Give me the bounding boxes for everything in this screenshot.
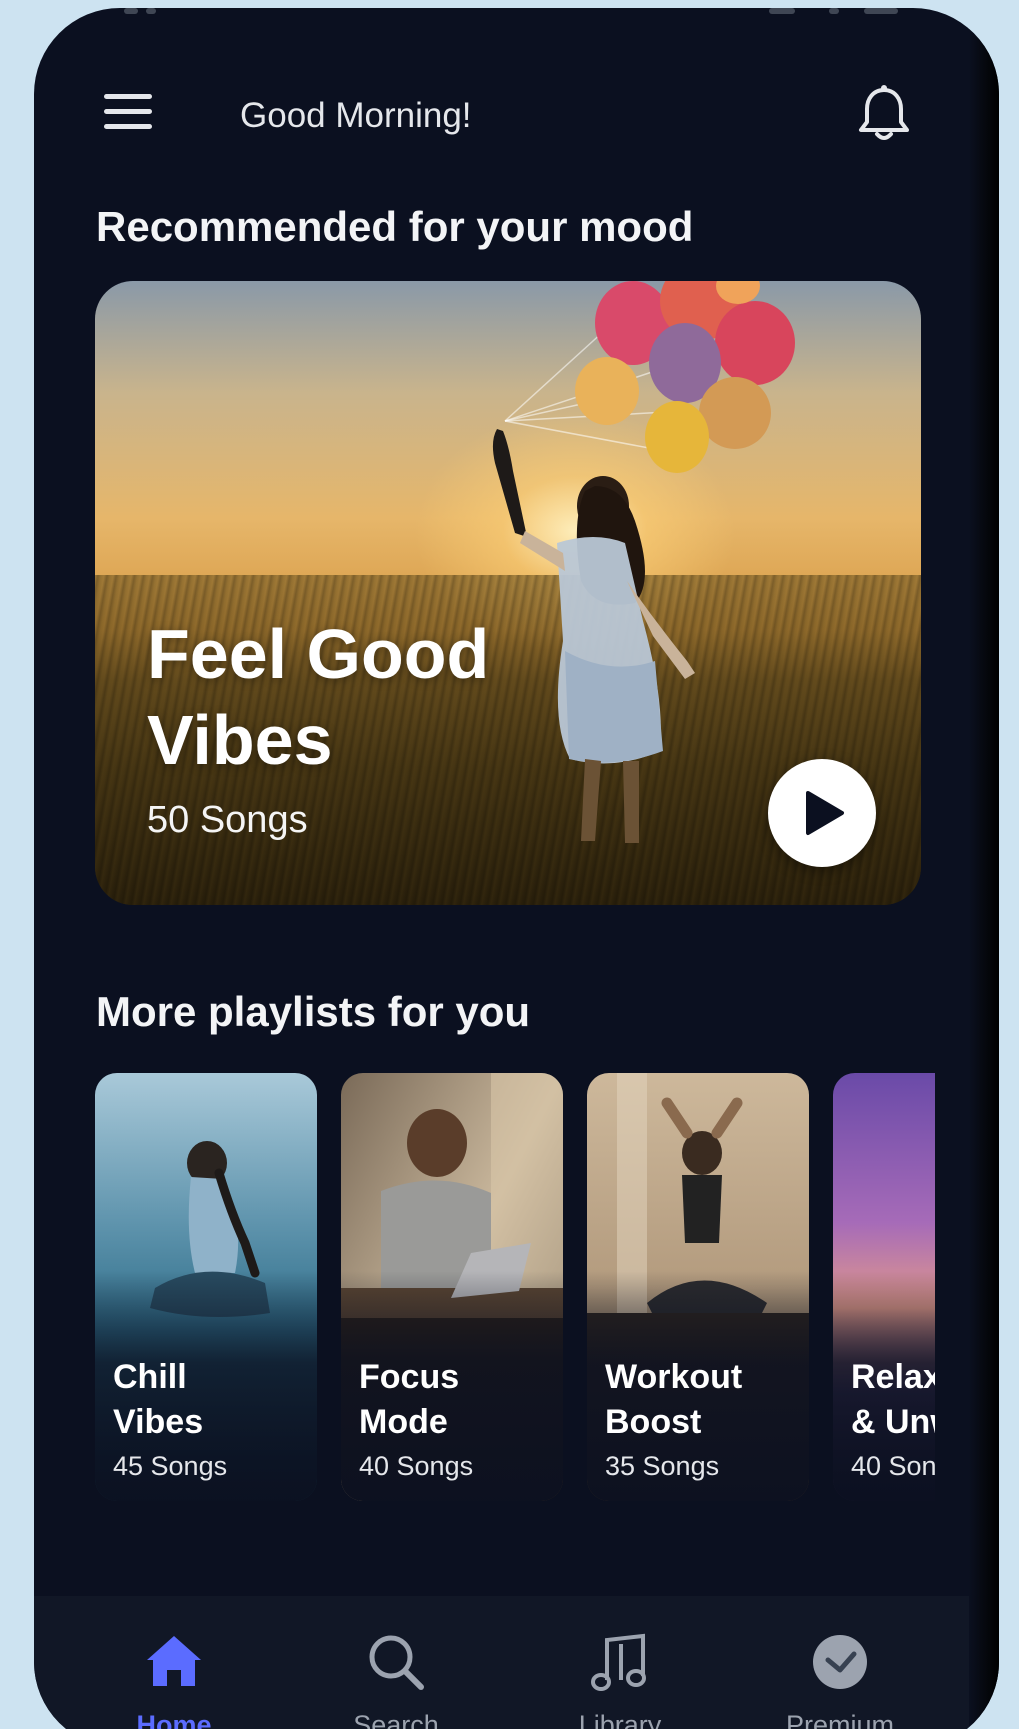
- music-library-icon: [591, 1633, 646, 1691]
- battery-icon: [864, 8, 898, 14]
- featured-playlist-card[interactable]: Feel Good Vibes 50 Songs: [95, 281, 921, 905]
- phone-screen: Good Morning! Recommended for your mood: [34, 8, 999, 1729]
- more-playlists-section-title: More playlists for you: [96, 988, 531, 1035]
- status-time-fragment: [146, 8, 156, 14]
- playlist-title: Focus Mode: [359, 1358, 460, 1441]
- playlist-carousel[interactable]: Chill Vibes 45 Songs Focus Mode 40 Songs…: [95, 1073, 935, 1503]
- hero-song-count: 50 Songs: [147, 799, 308, 841]
- phone-edge: [969, 8, 999, 1729]
- hero-playlist-title: Feel Good Vibes: [147, 615, 490, 779]
- premium-clock-icon: [813, 1635, 867, 1689]
- signal-icon: [769, 8, 795, 14]
- playlist-song-count: 40 Songs: [359, 1451, 474, 1481]
- nav-search[interactable]: Search: [296, 1596, 496, 1729]
- bell-icon[interactable]: [856, 84, 912, 144]
- wifi-icon: [829, 8, 839, 14]
- hamburger-menu-icon[interactable]: [104, 94, 152, 132]
- home-icon: [147, 1636, 201, 1686]
- playlist-title: Chill Vibes: [113, 1358, 204, 1441]
- status-bar: [34, 8, 999, 38]
- nav-home-label: Home: [136, 1710, 212, 1729]
- playlist-title: Relax & Unwind: [851, 1358, 935, 1441]
- playlist-song-count: 40 Songs: [851, 1451, 935, 1481]
- playlist-card-relax-unwind[interactable]: Relax & Unwind 40 Songs: [833, 1073, 935, 1501]
- search-icon: [369, 1635, 424, 1690]
- nav-home[interactable]: Home: [74, 1596, 274, 1729]
- playlist-card-chill-vibes[interactable]: Chill Vibes 45 Songs: [95, 1073, 317, 1501]
- nav-premium[interactable]: Premium: [740, 1596, 940, 1729]
- status-time-fragment: [124, 8, 138, 14]
- greeting-text: Good Morning!: [240, 96, 472, 135]
- play-icon: [806, 791, 844, 835]
- playlist-title: Workout Boost: [605, 1358, 743, 1441]
- nav-library[interactable]: Library: [520, 1596, 720, 1729]
- recommended-section-title: Recommended for your mood: [96, 203, 694, 250]
- nav-premium-label: Premium: [785, 1710, 894, 1729]
- playlist-song-count: 35 Songs: [605, 1451, 720, 1481]
- playlist-card-workout-boost[interactable]: Workout Boost 35 Songs: [587, 1073, 809, 1501]
- nav-library-label: Library: [578, 1710, 662, 1729]
- nav-search-label: Search: [353, 1710, 439, 1729]
- playlist-card-focus-mode[interactable]: Focus Mode 40 Songs: [341, 1073, 563, 1501]
- play-button[interactable]: [768, 759, 876, 867]
- bottom-navigation: Home Search Library Premium: [34, 1596, 999, 1729]
- playlist-song-count: 45 Songs: [113, 1451, 228, 1481]
